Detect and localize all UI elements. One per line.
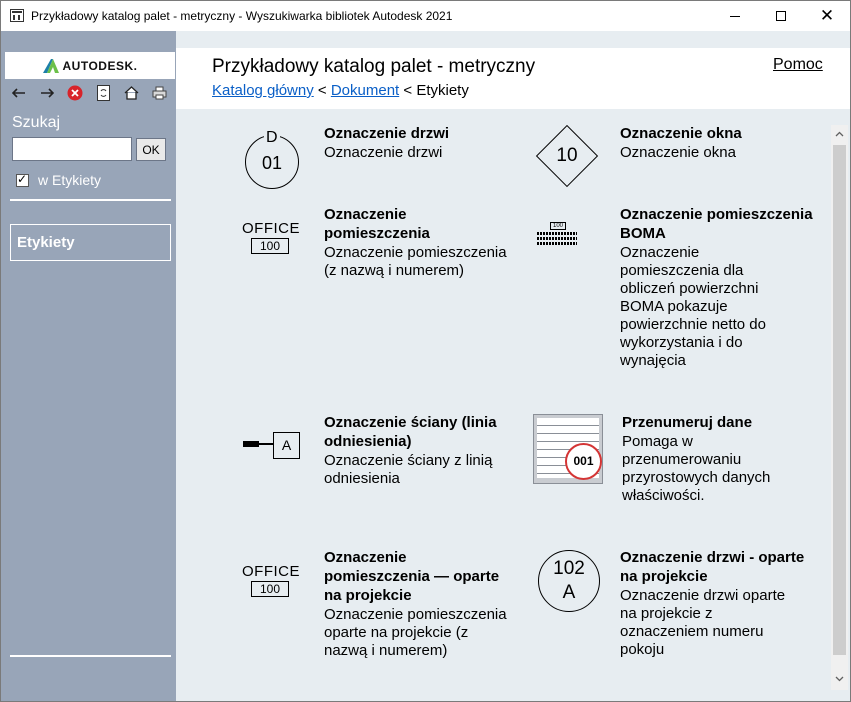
boma-tag-number: 100 — [550, 222, 566, 230]
content-pane: Przykładowy katalog palet - metryczny Po… — [176, 31, 850, 701]
item-description: Pomaga w przenumerowaniu przyrostowych d… — [622, 433, 771, 504]
item-description: Oznaczenie pomieszczenia (z nazwą i nume… — [324, 244, 507, 279]
item-title[interactable]: Oznaczenie drzwi - oparte na projekcie — [620, 548, 810, 586]
item-title[interactable]: Oznaczenie okna — [620, 124, 820, 143]
search-input[interactable] — [12, 137, 132, 161]
item-title[interactable]: Oznaczenie drzwi — [324, 124, 514, 143]
item-description: Oznaczenie pomieszczenia oparte na proje… — [324, 606, 507, 659]
room-tag-name: OFFICE — [242, 220, 300, 237]
scope-label: w Etykiety — [38, 172, 102, 188]
item-description: Oznaczenie ściany z linią odniesienia — [324, 452, 493, 487]
vertical-scrollbar[interactable] — [831, 125, 848, 690]
item-title[interactable]: Oznaczenie pomieszczenia — [324, 205, 504, 243]
sidebar-divider-bottom — [10, 655, 171, 657]
item-title[interactable]: Przenumeruj dane — [622, 413, 812, 432]
door-tag-icon: D 01 — [245, 129, 299, 189]
printer-icon — [152, 86, 166, 99]
door-tag-letter: D — [264, 129, 280, 147]
sidebar-divider-top — [10, 199, 171, 201]
room-tag-name: OFFICE — [242, 563, 300, 580]
boma-tag-icon: 100 — [536, 222, 577, 250]
minimize-button[interactable] — [712, 1, 758, 31]
home-icon — [124, 85, 138, 100]
autodesk-logo: AUTODESK. — [5, 52, 175, 79]
home-button[interactable] — [117, 79, 145, 106]
autodesk-logo-icon — [42, 58, 59, 73]
window-title: Przykładowy katalog palet - metryczny - … — [31, 9, 453, 23]
close-button[interactable]: ✕ — [804, 1, 850, 31]
close-icon: ✕ — [819, 5, 835, 26]
item-description: Oznaczenie drzwi — [324, 144, 443, 161]
forward-button[interactable] — [33, 79, 61, 106]
door-tag-number: 01 — [261, 153, 283, 173]
scroll-up-button[interactable] — [831, 125, 848, 142]
item-description: Oznaczenie okna — [620, 144, 736, 161]
item-description: Oznaczenie drzwi oparte na projekcie z o… — [620, 587, 786, 658]
wall-tag-letter: A — [273, 432, 300, 459]
help-link[interactable]: Pomoc — [773, 56, 823, 74]
arrow-right-icon — [41, 87, 54, 98]
maximize-icon — [776, 11, 786, 21]
breadcrumb-home-link[interactable]: Katalog główny — [212, 82, 314, 99]
item-title[interactable]: Oznaczenie pomieszczenia BOMA — [620, 205, 830, 243]
scroll-thumb[interactable] — [833, 145, 846, 655]
back-button[interactable] — [5, 79, 33, 106]
chevron-up-icon — [835, 131, 844, 136]
project-door-tag-room: 102 — [553, 558, 585, 579]
chevron-down-icon — [835, 676, 844, 681]
refresh-button[interactable] — [89, 79, 117, 106]
refresh-icon — [96, 84, 110, 101]
breadcrumb-separator: < — [399, 82, 417, 99]
app-window: Przykładowy katalog palet - metryczny - … — [0, 0, 851, 702]
search-label: Szukaj — [12, 114, 61, 131]
breadcrumb-current: Etykiety — [416, 82, 469, 99]
window-tag-number: 10 — [556, 145, 578, 166]
breadcrumb: Katalog główny < Dokument < Etykiety — [212, 82, 469, 99]
room-tag-number: 100 — [251, 581, 289, 597]
maximize-button[interactable] — [758, 1, 804, 31]
item-title[interactable]: Oznaczenie pomieszczenia — oparte na pro… — [324, 548, 504, 605]
arrow-left-icon — [12, 87, 25, 98]
item-description: Oznaczenie pomieszczenia dla obliczeń po… — [620, 244, 766, 369]
renumber-icon: 001 — [533, 414, 603, 484]
scroll-down-button[interactable] — [831, 670, 848, 687]
breadcrumb-document-link[interactable]: Dokument — [331, 82, 399, 99]
renumber-number: 001 — [565, 443, 602, 480]
print-button[interactable] — [145, 79, 173, 106]
content-header: Przykładowy katalog palet - metryczny Po… — [176, 31, 850, 109]
sidebar-item-etykiety[interactable]: Etykiety — [10, 224, 171, 261]
app-icon — [10, 9, 24, 22]
stop-button[interactable] — [61, 79, 89, 106]
item-title[interactable]: Oznaczenie ściany (linia odniesienia) — [324, 413, 514, 451]
sidebar: AUTODESK. Szukaj OK w Etykiety Etykiety — [1, 31, 176, 701]
room-tag-number: 100 — [251, 238, 289, 254]
search-scope: w Etykiety — [16, 172, 101, 188]
minimize-icon — [730, 15, 740, 17]
scope-checkbox[interactable] — [16, 172, 29, 187]
breadcrumb-separator: < — [313, 82, 331, 99]
search-ok-button[interactable]: OK — [136, 138, 166, 161]
page-title: Przykładowy katalog palet - metryczny — [212, 56, 536, 77]
title-bar: Przykładowy katalog palet - metryczny - … — [1, 1, 850, 31]
logo-text: AUTODESK. — [62, 58, 138, 73]
project-door-tag-letter: A — [562, 582, 576, 603]
navigation-toolbar — [5, 79, 175, 106]
stop-icon — [67, 85, 83, 100]
project-door-tag-icon: 102 A — [538, 550, 600, 612]
